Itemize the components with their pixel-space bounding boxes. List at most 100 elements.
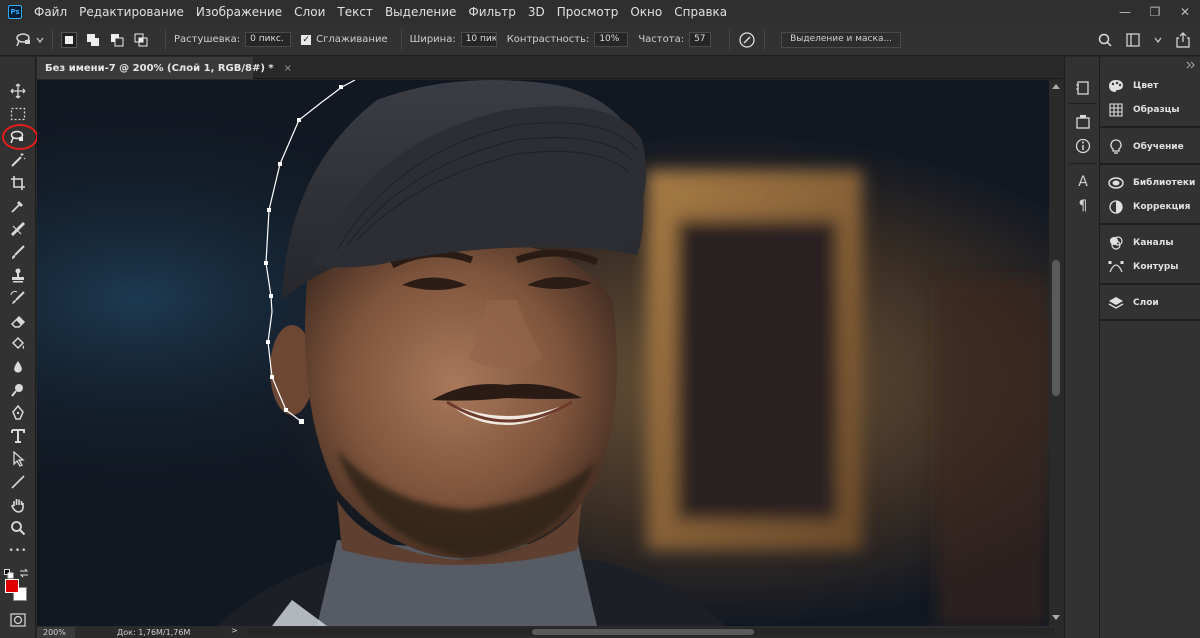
history-brush-tool[interactable] — [6, 288, 30, 308]
subtract-from-selection-button[interactable] — [109, 32, 125, 48]
menu-view[interactable]: Просмотр — [557, 5, 619, 19]
foreground-color-swatch[interactable] — [5, 579, 19, 593]
workspace-icon[interactable] — [1126, 33, 1140, 47]
menu-edit[interactable]: Редактирование — [79, 5, 184, 19]
quick-mask-button[interactable] — [6, 610, 30, 630]
collapse-panels-icon[interactable] — [1186, 61, 1196, 69]
horizontal-scroll-thumb[interactable] — [532, 629, 754, 635]
adjustments-icon — [1108, 199, 1124, 215]
vertical-scroll-thumb[interactable] — [1052, 260, 1060, 396]
document-tab[interactable]: Без имени-7 @ 200% (Слой 1, RGB/8#) * × — [37, 57, 292, 79]
menu-3d[interactable]: 3D — [528, 5, 545, 19]
menu-layers[interactable]: Слои — [294, 5, 325, 19]
panel-adjustments[interactable]: Коррекция — [1108, 197, 1190, 217]
new-selection-button[interactable] — [61, 31, 77, 48]
edit-toolbar-button[interactable]: ••• — [6, 541, 30, 561]
chevron-down-icon[interactable] — [1154, 36, 1162, 44]
panel-libraries[interactable]: Библиотеки — [1108, 173, 1195, 193]
default-colors-button[interactable] — [4, 564, 14, 579]
swap-colors-button[interactable] — [19, 563, 29, 578]
magic-wand-icon — [11, 153, 26, 167]
history-panel-button[interactable] — [1074, 79, 1092, 97]
intersect-selection-button[interactable] — [133, 32, 149, 48]
vertical-scrollbar[interactable] — [1049, 80, 1063, 626]
healing-brush-tool[interactable] — [6, 219, 30, 239]
antialias-checkbox[interactable]: ✓ — [301, 34, 312, 45]
zoom-tool[interactable] — [6, 518, 30, 538]
contrast-input[interactable]: 10% — [594, 32, 629, 47]
pen-tool[interactable] — [6, 403, 30, 423]
divider — [764, 29, 766, 50]
panel-label-learn: Обучение — [1133, 142, 1184, 152]
properties-panel-button[interactable] — [1074, 113, 1092, 131]
panel-swatches[interactable]: Образцы — [1108, 100, 1180, 120]
swatches-grid-icon — [1108, 102, 1124, 118]
path-selection-tool[interactable] — [6, 449, 30, 469]
crop-tool[interactable] — [6, 173, 30, 193]
menu-window[interactable]: Окно — [630, 5, 662, 19]
restore-button[interactable]: ❐ — [1140, 0, 1170, 24]
character-panel-button[interactable]: A — [1074, 173, 1092, 191]
menu-filter[interactable]: Фильтр — [468, 5, 515, 19]
panel-label-color: Цвет — [1133, 81, 1159, 91]
info-panel-button[interactable] — [1074, 137, 1092, 155]
document-tab-bar: Без имени-7 @ 200% (Слой 1, RGB/8#) * × — [37, 57, 1063, 79]
tablet-pressure-button[interactable] — [738, 31, 756, 49]
magic-wand-tool[interactable] — [6, 150, 30, 170]
panel-color[interactable]: Цвет — [1108, 76, 1158, 96]
add-to-selection-button[interactable] — [85, 32, 101, 48]
document-canvas[interactable] — [37, 80, 1049, 626]
tool-preset-picker[interactable] — [14, 31, 44, 49]
type-tool[interactable] — [6, 426, 30, 446]
menu-file[interactable]: Файл — [34, 5, 67, 19]
new-selection-icon — [65, 35, 73, 44]
panel-paths[interactable]: Контуры — [1108, 257, 1178, 277]
frequency-input[interactable]: 57 — [689, 32, 712, 47]
magnetic-lasso-icon — [16, 32, 30, 46]
search-icon[interactable] — [1098, 33, 1112, 47]
share-icon[interactable] — [1176, 32, 1190, 48]
panel-learn[interactable]: Обучение — [1108, 137, 1184, 157]
drop-icon — [14, 361, 22, 373]
crop-icon — [11, 176, 25, 190]
color-palette-icon — [1108, 78, 1124, 94]
minimize-button[interactable]: — — [1110, 0, 1140, 24]
healing-brush-icon — [10, 221, 26, 237]
hand-tool[interactable] — [6, 495, 30, 515]
panel-layers[interactable]: Слои — [1108, 293, 1159, 313]
brush-tool[interactable] — [6, 242, 30, 262]
document-info: Док: 1,76M/1,76M — [117, 627, 191, 637]
eraser-icon — [10, 315, 26, 328]
feather-input[interactable]: 0 пикс. — [245, 32, 292, 47]
scroll-down-arrow-icon[interactable] — [1052, 615, 1060, 621]
menu-bar: Ps Файл Редактирование Изображение Слои … — [0, 0, 1200, 24]
history-brush-icon — [10, 290, 25, 304]
move-tool[interactable] — [6, 81, 30, 101]
menu-select[interactable]: Выделение — [385, 5, 456, 19]
status-menu-arrow[interactable]: > — [231, 626, 238, 635]
menu-type[interactable]: Текст — [337, 5, 373, 19]
scroll-up-arrow-icon[interactable] — [1052, 83, 1060, 89]
marquee-tool[interactable] — [6, 104, 30, 124]
zoom-level-field[interactable]: 200% — [37, 626, 75, 638]
eyedropper-tool[interactable] — [6, 196, 30, 216]
line-tool[interactable] — [6, 472, 30, 492]
dodge-tool[interactable] — [6, 380, 30, 400]
document-title: Без имени-7 @ 200% (Слой 1, RGB/8#) * — [45, 62, 274, 74]
blur-tool[interactable] — [6, 357, 30, 377]
paint-bucket-tool[interactable] — [6, 334, 30, 354]
eraser-tool[interactable] — [6, 311, 30, 331]
paragraph-panel-button[interactable]: ¶ — [1074, 197, 1092, 215]
horizontal-scrollbar[interactable] — [247, 628, 1055, 636]
menu-image[interactable]: Изображение — [196, 5, 282, 19]
close-window-button[interactable]: ✕ — [1170, 0, 1200, 24]
width-input[interactable]: 10 пикс. — [460, 32, 497, 47]
panel-channels[interactable]: Каналы — [1108, 233, 1173, 253]
add-selection-icon — [87, 33, 99, 46]
clone-stamp-tool[interactable] — [6, 265, 30, 285]
menu-help[interactable]: Справка — [674, 5, 727, 19]
select-and-mask-button[interactable]: Выделение и маска... — [781, 31, 902, 48]
close-tab-icon[interactable]: × — [284, 63, 292, 74]
panel-label-libraries: Библиотеки — [1133, 178, 1196, 188]
subtract-selection-icon — [111, 33, 124, 46]
